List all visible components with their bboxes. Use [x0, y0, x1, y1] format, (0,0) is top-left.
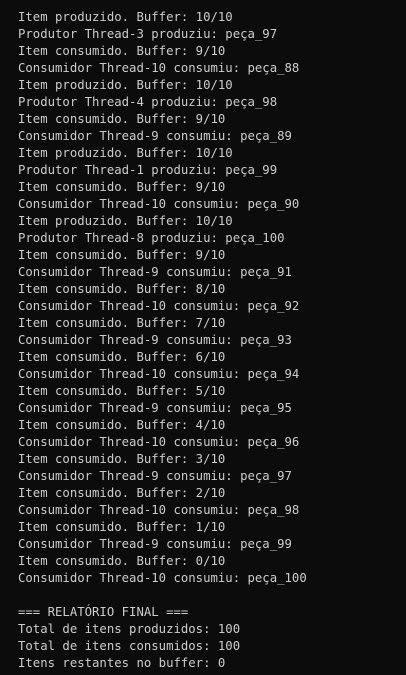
console-line: Item consumido. Buffer: 5/10: [18, 384, 226, 398]
console-line: Consumidor Thread-9 consumiu: peça_91: [18, 265, 292, 279]
console-line: Consumidor Thread-9 consumiu: peça_99: [18, 537, 292, 551]
console-line: Consumidor Thread-9 consumiu: peça_89: [18, 129, 292, 143]
console-line: Produtor Thread-4 produziu: peça_98: [18, 95, 278, 109]
console-line: Item consumido. Buffer: 8/10: [18, 282, 226, 296]
console-line: Item consumido. Buffer: 7/10: [18, 316, 226, 330]
console-line: Item produzido. Buffer: 10/10: [18, 78, 233, 92]
console-line: Produtor Thread-8 produziu: peça_100: [18, 231, 285, 245]
console-line: Item consumido. Buffer: 3/10: [18, 452, 226, 466]
console-line: Consumidor Thread-10 consumiu: peça_90: [18, 197, 300, 211]
console-line: Item consumido. Buffer: 9/10: [18, 112, 226, 126]
console-line: Item consumido. Buffer: 9/10: [18, 180, 226, 194]
console-line: Item produzido. Buffer: 10/10: [18, 146, 233, 160]
console-line: Consumidor Thread-10 consumiu: peça_98: [18, 503, 300, 517]
console-line: Item consumido. Buffer: 2/10: [18, 486, 226, 500]
console-line: Item consumido. Buffer: 6/10: [18, 350, 226, 364]
console-line: Itens restantes no buffer: 0: [18, 656, 226, 670]
console-line: Consumidor Thread-10 consumiu: peça_88: [18, 61, 300, 75]
console-line: Total de itens produzidos: 100: [18, 622, 241, 636]
console-line: Consumidor Thread-10 consumiu: peça_100: [18, 571, 307, 585]
console-line: Item consumido. Buffer: 0/10: [18, 554, 226, 568]
console-line: Consumidor Thread-9 consumiu: peça_93: [18, 333, 292, 347]
console-line: Item produzido. Buffer: 10/10: [18, 214, 233, 228]
console-line: Consumidor Thread-9 consumiu: peça_97: [18, 469, 292, 483]
console-line: Consumidor Thread-10 consumiu: peça_94: [18, 367, 300, 381]
console-line: Total de itens consumidos: 100: [18, 639, 241, 653]
console-line: Item consumido. Buffer: 1/10: [18, 520, 226, 534]
console-line: Consumidor Thread-10 consumiu: peça_92: [18, 299, 300, 313]
console-line: Item consumido. Buffer: 9/10: [18, 248, 226, 262]
console-line: Item consumido. Buffer: 4/10: [18, 418, 226, 432]
console-line: Consumidor Thread-9 consumiu: peça_95: [18, 401, 292, 415]
console-line: === RELATÓRIO FINAL ===: [18, 605, 189, 619]
console-line: Produtor Thread-3 produziu: peça_97: [18, 27, 278, 41]
console-line: Produtor Thread-1 produziu: peça_99: [18, 163, 278, 177]
console-output: Item produzido. Buffer: 10/10 Produtor Th…: [18, 9, 406, 672]
console-line: Item consumido. Buffer: 9/10: [18, 44, 226, 58]
console-line: Consumidor Thread-10 consumiu: peça_96: [18, 435, 300, 449]
console-line: Item produzido. Buffer: 10/10: [18, 10, 233, 24]
